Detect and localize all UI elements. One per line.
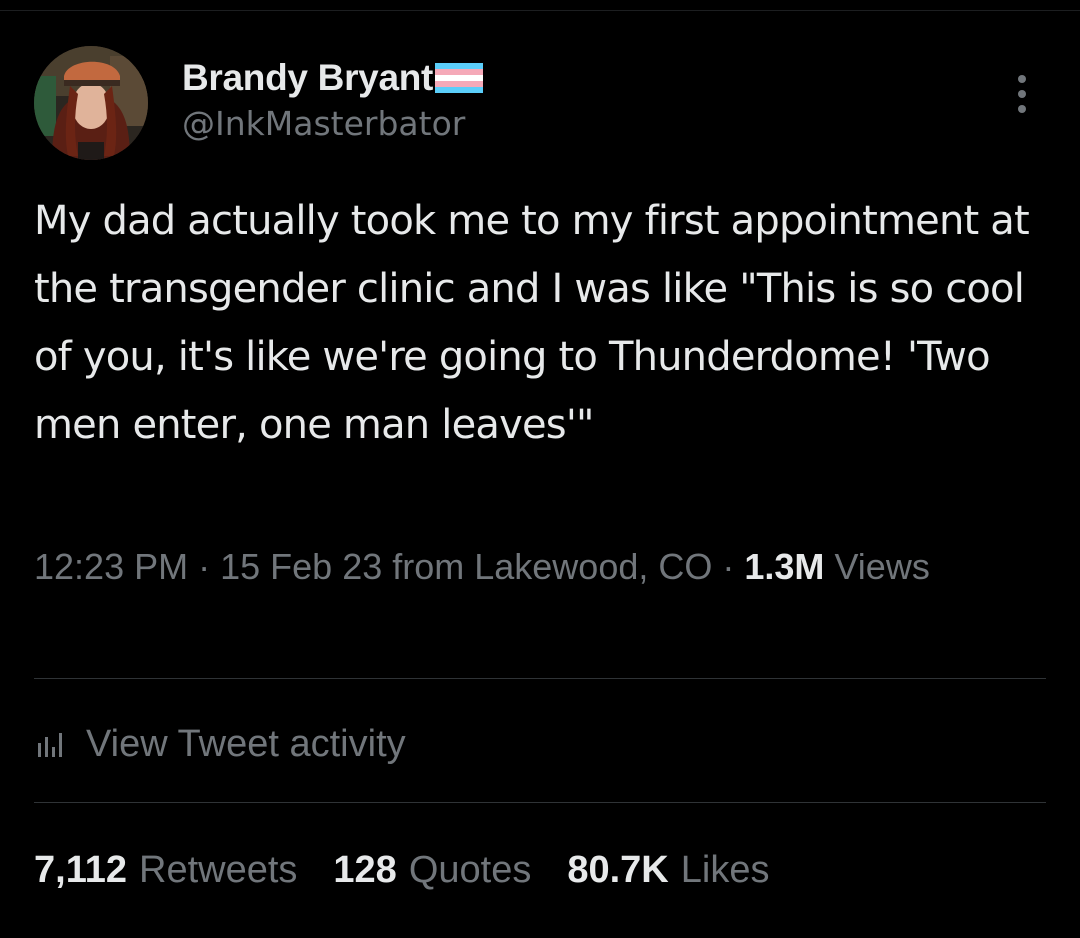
bar-chart-icon (34, 729, 76, 759)
display-name[interactable]: Brandy Bryant (182, 57, 433, 99)
views-label: Views (834, 546, 930, 587)
views-count: 1.3M (744, 546, 835, 587)
meta-separator: · (722, 546, 745, 587)
likes-stat[interactable]: 80.7K Likes (567, 849, 769, 892)
view-tweet-activity-label: View Tweet activity (86, 722, 406, 765)
quotes-count: 128 (333, 848, 397, 891)
transgender-flag-icon (435, 63, 484, 93)
tweet-text: My dad actually took me to my first appo… (34, 198, 1030, 448)
likes-count: 80.7K (567, 848, 669, 891)
likes-label: Likes (680, 848, 770, 891)
display-name-row[interactable]: Brandy Bryant (182, 56, 484, 100)
quotes-label: Quotes (408, 848, 532, 891)
meta-separator: · (198, 546, 221, 587)
divider (34, 678, 1046, 679)
more-options-icon[interactable] (1010, 72, 1034, 116)
handle[interactable]: @InkMasterbator (182, 104, 483, 143)
author-names: Brandy Bryant @InkMasterbator (182, 56, 484, 143)
tweet-meta: 12:23 PM · 15 Feb 23 from Lakewood, CO ·… (34, 540, 1044, 594)
tweet-header: Brandy Bryant @InkMasterbator (34, 44, 1046, 164)
date-location[interactable]: 15 Feb 23 from Lakewood, CO (220, 546, 712, 587)
retweets-count: 7,112 (34, 848, 127, 891)
top-divider (0, 10, 1080, 11)
avatar[interactable] (34, 46, 148, 160)
timestamp[interactable]: 12:23 PM (34, 546, 188, 587)
quotes-stat[interactable]: 128 Quotes (333, 849, 531, 892)
profile-photo (34, 46, 148, 160)
retweets-stat[interactable]: 7,112 Retweets (34, 849, 297, 892)
retweets-label: Retweets (139, 848, 298, 891)
engagement-stats: 7,112 Retweets 128 Quotes 80.7K Likes (34, 840, 805, 900)
divider (34, 802, 1046, 803)
view-tweet-activity-button[interactable]: View Tweet activity (34, 714, 406, 774)
